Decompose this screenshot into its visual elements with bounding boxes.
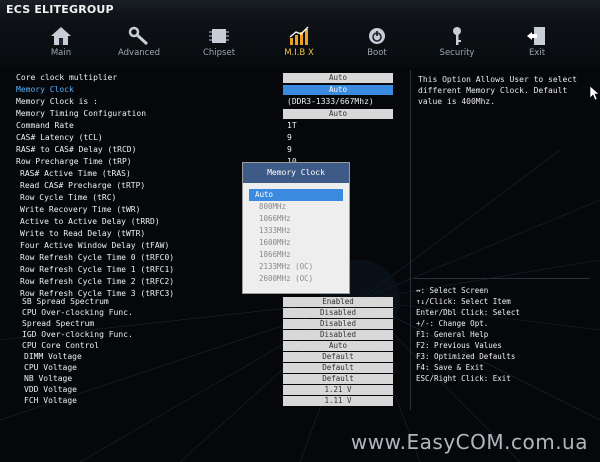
setting-option-box[interactable]: Auto: [283, 341, 393, 351]
setting-option-box[interactable]: Disabled: [283, 330, 393, 340]
wrench-icon: [128, 26, 149, 46]
tab-main-label: Main: [50, 48, 72, 58]
key-help-item: Enter/Dbl Click: Select: [416, 308, 520, 317]
popup-option[interactable]: 800MHz: [249, 201, 343, 213]
mouse-cursor-icon: [590, 86, 599, 100]
setting-label[interactable]: Row Refresh Cycle Time 2 (tRFC2): [20, 277, 174, 287]
setting-option-box[interactable]: Auto: [283, 109, 393, 119]
key-help-item: ↔: Select Screen: [416, 286, 489, 295]
help-description: This Option Allows User to select differ…: [418, 75, 577, 106]
setting-label[interactable]: Memory Timing Configuration: [16, 109, 146, 119]
key-help-item: F4: Save & Exit: [416, 363, 484, 372]
key-help-item: F2: Previous Values: [416, 341, 502, 350]
setting-value: 1T: [287, 121, 297, 130]
chart-icon: [289, 26, 309, 45]
setting-label[interactable]: Write Recovery Time (tWR): [20, 205, 140, 215]
popup-option[interactable]: 1333MHz: [249, 225, 343, 237]
tab-chipset[interactable]: Chipset: [184, 24, 254, 66]
tab-security-label: Security: [439, 48, 475, 58]
setting-option-box[interactable]: Auto: [283, 85, 393, 95]
tab-mibx[interactable]: M.I.B X: [264, 24, 334, 66]
home-icon: [51, 27, 71, 45]
key-help-item: F1: General Help: [416, 330, 489, 339]
setting-label[interactable]: Row Refresh Cycle Time 1 (tRFC1): [20, 265, 174, 275]
tab-security[interactable]: Security: [422, 24, 492, 66]
panel-divider: [410, 70, 411, 410]
power-icon: [369, 28, 385, 44]
setting-option-box[interactable]: Enabled: [283, 297, 393, 307]
setting-value: 9: [287, 145, 292, 154]
setting-option-box[interactable]: 1.11 V: [283, 396, 393, 406]
tab-advanced-label: Advanced: [118, 48, 160, 58]
tab-main[interactable]: Main: [26, 24, 96, 66]
exit-door-icon: [527, 27, 545, 45]
key-icon: [453, 27, 461, 45]
setting-option-box[interactable]: Default: [283, 363, 393, 373]
setting-label[interactable]: Memory Clock is :: [16, 97, 98, 107]
key-help-item: +/-: Change Opt.: [416, 319, 489, 328]
popup-option[interactable]: 2600MHz (OC): [249, 273, 343, 285]
popup-option[interactable]: Auto: [249, 189, 343, 201]
setting-label[interactable]: Command Rate: [16, 121, 74, 131]
key-help-item: ESC/Right Click: Exit: [416, 374, 511, 383]
setting-option-box[interactable]: Default: [283, 374, 393, 384]
tab-exit-label: Exit: [528, 48, 546, 58]
setting-option-box[interactable]: Default: [283, 352, 393, 362]
tab-exit[interactable]: Exit: [502, 24, 572, 66]
tab-chipset-label: Chipset: [202, 48, 236, 58]
title-bar: ECS ELITEGROUP: [0, 0, 600, 22]
setting-label[interactable]: IGD Over-clocking Func.: [22, 330, 133, 340]
help-separator: [414, 278, 590, 279]
chip-icon: [209, 29, 229, 43]
setting-label[interactable]: Row Precharge Time (tRP): [16, 157, 132, 167]
popup-title: Memory Clock: [243, 163, 349, 183]
setting-label[interactable]: Read CAS# Precharge (tRTP): [20, 181, 145, 191]
tab-advanced[interactable]: Advanced: [104, 24, 174, 66]
setting-label[interactable]: RAS# to CAS# Delay (tRCD): [16, 145, 136, 155]
setting-label[interactable]: NB Voltage: [24, 374, 72, 384]
setting-label[interactable]: CPU Over-clocking Func.: [22, 308, 133, 318]
popup-option[interactable]: 1866MHz: [249, 249, 343, 261]
setting-option-box[interactable]: 1.21 V: [283, 385, 393, 395]
setting-label[interactable]: CAS# Latency (tCL): [16, 133, 103, 143]
setting-option-box[interactable]: Disabled: [283, 319, 393, 329]
setting-label[interactable]: Spread Spectrum: [22, 319, 94, 329]
setting-label[interactable]: Core clock multiplier: [16, 73, 117, 83]
brand-logo: ECS ELITEGROUP: [6, 3, 114, 16]
key-help-item: ↑↓/Click: Select Item: [416, 297, 511, 306]
setting-label[interactable]: FCH Voltage: [24, 396, 77, 406]
setting-value: (DDR3-1333/667Mhz): [287, 97, 374, 106]
setting-option-box[interactable]: Disabled: [283, 308, 393, 318]
tab-boot[interactable]: Boot: [342, 24, 412, 66]
setting-label[interactable]: VDD Voltage: [24, 385, 77, 395]
setting-label[interactable]: Four Active Window Delay (tFAW): [20, 241, 169, 251]
popup-option[interactable]: 1066MHz: [249, 213, 343, 225]
watermark: www.EasyCOM.com.ua: [350, 430, 588, 454]
setting-option-box[interactable]: Auto: [283, 73, 393, 83]
setting-label[interactable]: Row Refresh Cycle Time 0 (tRFC0): [20, 253, 174, 263]
setting-value: 9: [287, 133, 292, 142]
setting-label[interactable]: CPU Voltage: [24, 363, 77, 373]
setting-label[interactable]: RAS# Active Time (tRAS): [20, 169, 131, 179]
key-help-item: F3: Optimized Defaults: [416, 352, 516, 361]
popup-option[interactable]: 2133MHz (OC): [249, 261, 343, 273]
key-help-list: ↔: Select Screen ↑↓/Click: Select Item E…: [416, 285, 520, 384]
popup-option[interactable]: 1600MHz: [249, 237, 343, 249]
tab-boot-label: Boot: [367, 48, 387, 58]
setting-label[interactable]: Active to Active Delay (tRRD): [20, 217, 160, 227]
setting-label[interactable]: SB Spread Spectrum: [22, 297, 109, 307]
main-tab-bar: Main Advanced Chipset M.I.B X Boot Secur…: [0, 22, 600, 68]
tab-mibx-label: M.I.B X: [284, 48, 314, 58]
setting-label[interactable]: Write to Read Delay (tWTR): [20, 229, 145, 239]
popup-options: Auto 800MHz 1066MHz 1333MHz 1600MHz 1866…: [243, 183, 349, 285]
memory-clock-popup: Memory Clock Auto 800MHz 1066MHz 1333MHz…: [242, 162, 350, 294]
setting-label[interactable]: Row Cycle Time (tRC): [20, 193, 116, 203]
setting-label[interactable]: DIMM Voltage: [24, 352, 82, 362]
setting-label[interactable]: Memory Clock: [16, 85, 74, 95]
setting-label[interactable]: CPU Core Control: [22, 341, 99, 351]
